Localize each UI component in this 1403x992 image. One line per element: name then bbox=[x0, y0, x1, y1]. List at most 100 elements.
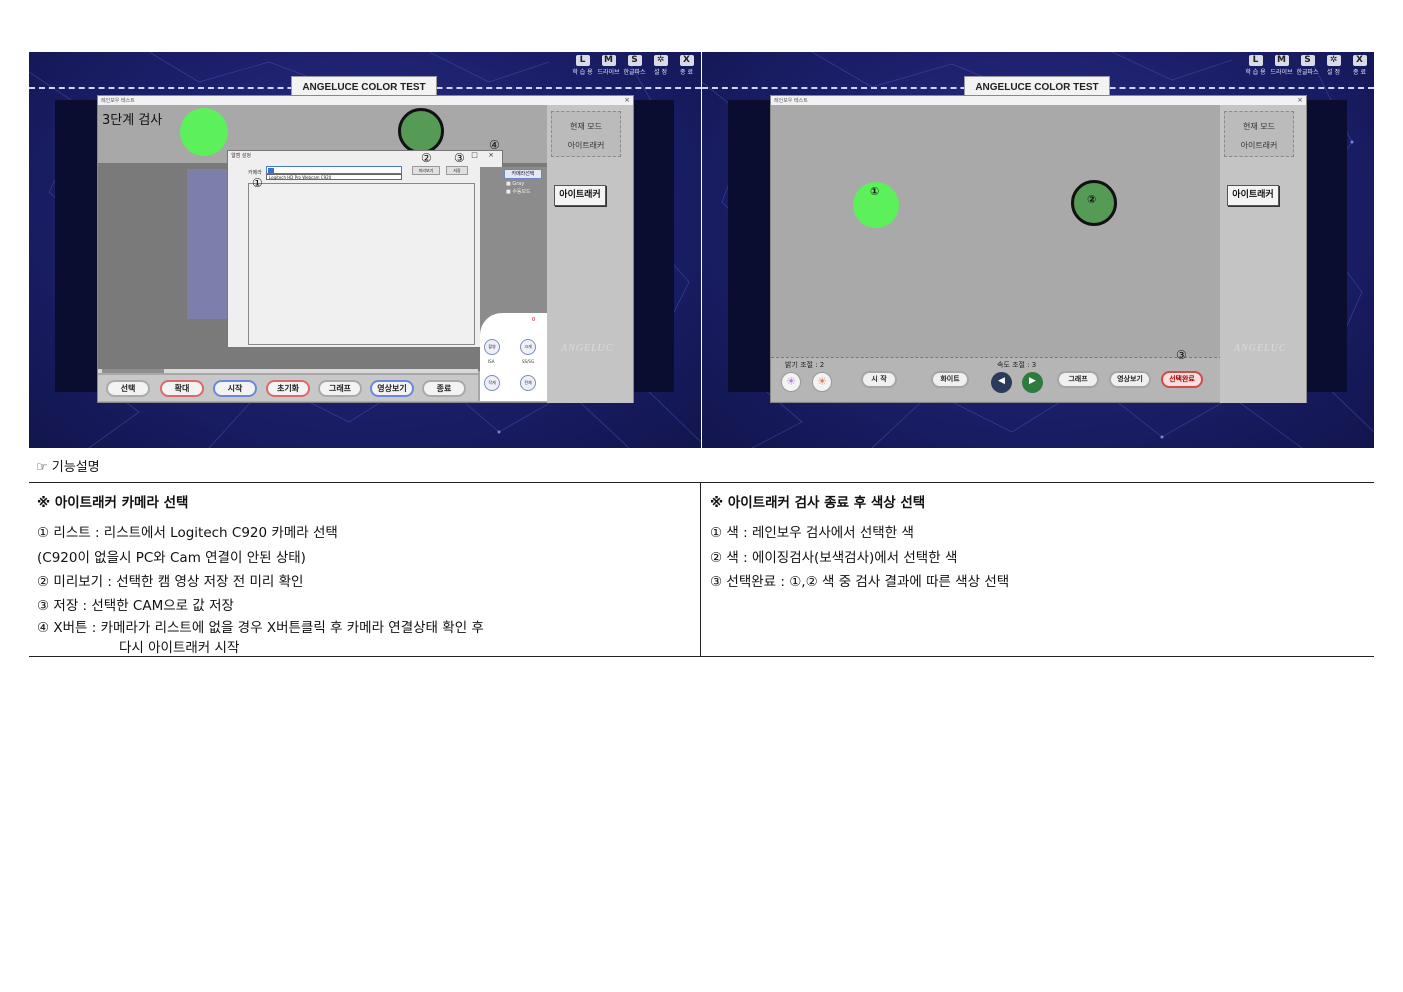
camera-select-button[interactable]: 카메라선택 bbox=[504, 169, 542, 179]
current-mode-box: 현재 모드 아이트래커 bbox=[1224, 111, 1294, 157]
dark-green-circle[interactable] bbox=[398, 108, 444, 154]
horizontal-scrollbar[interactable] bbox=[98, 369, 478, 373]
save-button[interactable]: 저장 bbox=[446, 166, 468, 175]
manual-mode-label: 수동모드 bbox=[512, 189, 531, 195]
window-close-icon[interactable]: × bbox=[1297, 96, 1303, 104]
window-title: 레인보우 테스트 bbox=[774, 98, 808, 104]
camera-dropdown-item[interactable]: Logitech HD Pro Webcam C920 bbox=[266, 174, 402, 180]
select-highlight bbox=[268, 168, 274, 173]
color-select-heading: ※ 아이트래커 검사 종료 후 색상 선택 bbox=[710, 495, 926, 511]
test-canvas: 3단계 검사 웹캠 설정 □ × 카메라 Logitech HD Pro Web… bbox=[98, 105, 549, 401]
settings-icon[interactable]: ✲ 설 정 bbox=[1322, 55, 1345, 76]
marker-2: ② bbox=[421, 151, 432, 165]
desc-line: ② 색 : 에이징검사(보색검사)에서 선택한 색 bbox=[710, 550, 958, 566]
select-button[interactable]: 선택 bbox=[106, 380, 150, 397]
exit-icon[interactable]: X종 료 bbox=[675, 55, 698, 76]
bottom-button-bar: 선택 확대 시작 초기화 그래프 영상보기 종료 bbox=[98, 375, 478, 401]
reset-button[interactable]: 초기화 bbox=[266, 380, 310, 397]
window-titlebar: 레인보우 테스트 × bbox=[98, 96, 633, 105]
zero-value: 0 bbox=[532, 317, 536, 323]
camera-label: 카메라 bbox=[248, 170, 262, 176]
gray-option[interactable]: ■ Gray bbox=[506, 181, 524, 187]
dark-band-right bbox=[634, 100, 674, 392]
window-close-icon[interactable]: × bbox=[624, 96, 630, 104]
camera-select[interactable] bbox=[266, 166, 402, 174]
camera-select-description: ※ 아이트래커 카메라 선택 ① 리스트 : 리스트에서 Logitech C9… bbox=[29, 483, 701, 656]
gray-option-label: Gray bbox=[512, 181, 525, 187]
current-mode-value: 아이트래커 bbox=[567, 141, 605, 150]
graph-button[interactable]: 그래프 bbox=[318, 380, 362, 397]
mode-sidebar: 현재 모드 아이트래커 아이트래커 ANGELUC bbox=[547, 105, 633, 403]
dialog-title: 웹캠 설정 bbox=[231, 153, 251, 159]
description-table: ※ 아이트래커 카메라 선택 ① 리스트 : 리스트에서 Logitech C9… bbox=[29, 482, 1374, 657]
start-button[interactable]: 시작 bbox=[213, 380, 257, 397]
settings-icon[interactable]: ✲ 설 정 bbox=[649, 55, 672, 76]
test-canvas: ① ② 밝기 조절 : 2 속도 조절 : 3 ☀ ☀ 시 작 화이트 ◀ ▶ … bbox=[771, 105, 1222, 401]
dark-band-left bbox=[728, 100, 770, 392]
desc-line: ① 색 : 레인보우 검사에서 선택한 색 bbox=[710, 525, 914, 541]
current-mode-label: 현재 모드 bbox=[1243, 122, 1275, 131]
select-done-button[interactable]: 선택완료 bbox=[1161, 371, 1203, 388]
desc-line: (C920이 없을시 PC와 Cam 연결이 안된 상태) bbox=[37, 550, 306, 566]
brightness-down-icon[interactable]: ☀ bbox=[781, 372, 801, 392]
circle-mark-1: ① bbox=[870, 185, 880, 198]
dark-band-right bbox=[1307, 100, 1347, 392]
brightness-label: 밝기 조절 : 2 bbox=[785, 361, 825, 369]
speed-right-arrow-icon[interactable]: ▶ bbox=[1022, 372, 1043, 393]
desc-line: ③ 저장 : 선택한 CAM으로 값 저장 bbox=[37, 598, 234, 614]
eyetracker-button[interactable]: 아이트래커 bbox=[554, 185, 606, 206]
marker-3: ③ bbox=[1176, 348, 1187, 362]
zoom-button[interactable]: 확대 bbox=[160, 380, 204, 397]
capture-round-button[interactable]: 촬영 bbox=[484, 339, 500, 355]
mode-sidebar: 현재 모드 아이트래커 아이트래커 ANGELUC bbox=[1220, 105, 1306, 403]
camera-preview-strip bbox=[187, 169, 231, 319]
camera-list[interactable] bbox=[248, 183, 475, 345]
webcam-settings-dialog: 웹캠 설정 □ × 카메라 Logitech HD Pro Webcam C92… bbox=[227, 150, 503, 348]
start-button[interactable]: 시 작 bbox=[861, 371, 897, 388]
eyetracker-button[interactable]: 아이트래커 bbox=[1227, 185, 1279, 206]
drive-icon[interactable]: M 드라이브 bbox=[1270, 55, 1293, 76]
white-button[interactable]: 화이트 bbox=[931, 371, 969, 388]
video-button[interactable]: 영상보기 bbox=[1109, 371, 1151, 388]
study-icon[interactable]: L학 습 용 bbox=[571, 55, 594, 76]
video-button[interactable]: 영상보기 bbox=[370, 380, 414, 397]
hangul-icon[interactable]: S 한글파스 bbox=[1296, 55, 1319, 76]
dark-band-left bbox=[55, 100, 97, 392]
study-icon[interactable]: L학 습 용 bbox=[1244, 55, 1267, 76]
exit-icon[interactable]: X종 료 bbox=[1348, 55, 1371, 76]
drive-icon[interactable]: M 드라이브 bbox=[597, 55, 620, 76]
function-description-title: ☞ 기능설명 bbox=[36, 460, 100, 475]
bottom-control-bar: 밝기 조절 : 2 속도 조절 : 3 ☀ ☀ 시 작 화이트 ◀ ▶ 그래프 … bbox=[771, 357, 1222, 401]
speed-left-arrow-icon[interactable]: ◀ bbox=[991, 372, 1012, 393]
bright-green-circle[interactable] bbox=[180, 108, 228, 156]
hangul-icon[interactable]: S 한글파스 bbox=[623, 55, 646, 76]
desc-line: ② 미리보기 : 선택한 캠 영상 저장 전 미리 확인 bbox=[37, 574, 304, 590]
screenshot-color-select: L학 습 용 M 드라이브 S 한글파스 ✲ 설 정 X종 료 ANGELUCE CO… bbox=[702, 52, 1374, 448]
zoom-out-round-button[interactable]: 작게 bbox=[484, 375, 500, 391]
brightness-up-icon[interactable]: ☀ bbox=[812, 372, 832, 392]
window-titlebar: 레인보우 테스트 × bbox=[771, 96, 1306, 105]
isa-label: ISA bbox=[488, 359, 495, 364]
circle-mark-2: ② bbox=[1087, 193, 1097, 206]
angeluc-logo: ANGELUC bbox=[1234, 343, 1287, 354]
manual-mode-option[interactable]: ■ 수동모드 bbox=[506, 188, 531, 195]
scrollbar-thumb[interactable] bbox=[102, 369, 164, 373]
screenshot-camera-select: L학 습 용 M 드라이브 S 한글파스 ✲ 설 정 X종 료 ANGELUCE CO… bbox=[29, 52, 701, 448]
desc-line: ④ X버튼 : 카메라가 리스트에 없을 경우 X버튼클릭 후 카메라 연결상태… bbox=[37, 620, 484, 636]
desc-line: 다시 아이트래커 시작 bbox=[119, 640, 240, 656]
top-toolbar: L학 습 용 M 드라이브 S 한글파스 ✲ 설 정 X종 료 bbox=[571, 55, 698, 76]
dialog-close-icon[interactable]: □ × bbox=[471, 151, 498, 159]
desc-line: ③ 선택완료 : ①,② 색 중 검사 결과에 따른 색상 선택 bbox=[710, 574, 1010, 590]
speed-label: 속도 조절 : 3 bbox=[997, 361, 1037, 369]
top-toolbar: L학 습 용 M 드라이브 S 한글파스 ✲ 설 정 X종 료 bbox=[1244, 55, 1371, 76]
exit-button[interactable]: 종료 bbox=[422, 380, 466, 397]
zoom-in-round-button[interactable]: 크게 bbox=[520, 339, 536, 355]
angeluc-logo: ANGELUC bbox=[561, 343, 614, 354]
full-round-button[interactable]: 전체 bbox=[520, 375, 536, 391]
document-page: L학 습 용 M 드라이브 S 한글파스 ✲ 설 정 X종 료 ANGELUCE CO… bbox=[0, 0, 1403, 992]
preview-button[interactable]: 미리보기 bbox=[412, 166, 440, 175]
ss-label: SS/SG bbox=[522, 359, 535, 364]
marker-4: ④ bbox=[489, 138, 500, 152]
graph-button[interactable]: 그래프 bbox=[1057, 371, 1099, 388]
marker-3: ③ bbox=[454, 151, 465, 165]
